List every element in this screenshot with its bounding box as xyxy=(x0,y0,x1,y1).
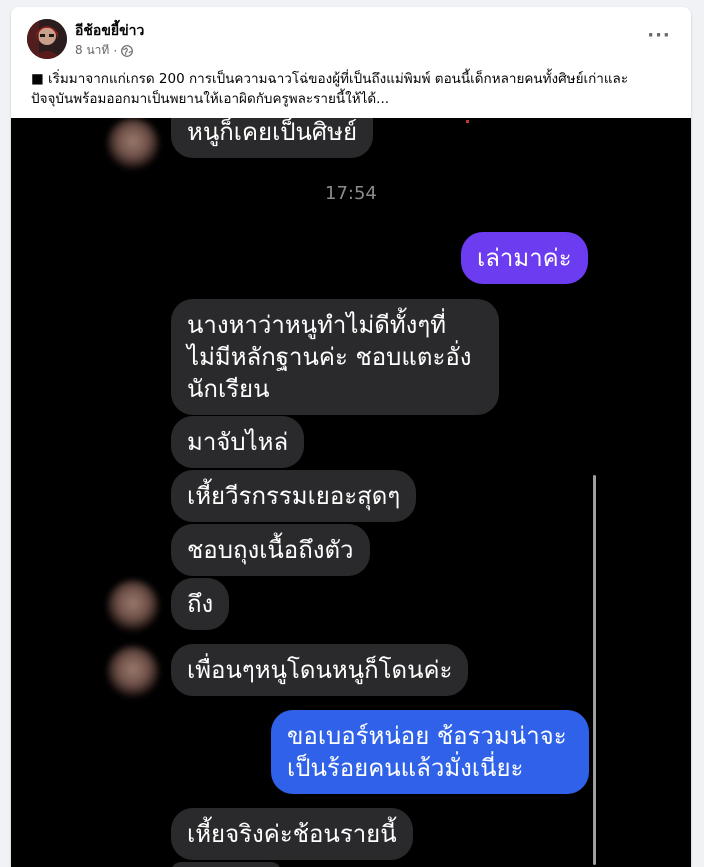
message-line: นางหาว่าหนูทำไม่ดีทั้งๆที่ xyxy=(187,311,447,339)
caption-line-1: ■ เริ่มมาจากแก่เกรด 200 การเป็นความฉาวโฉ… xyxy=(31,71,629,87)
blurred-avatar xyxy=(107,646,159,698)
message-bubble-3: นางหาว่าหนูทำไม่ดีทั้งๆที่ ไม่มีหลักฐานค… xyxy=(171,299,499,415)
message-bubble-6: ชอบถุงเนื้อถึงตัว xyxy=(171,524,370,576)
blurred-avatar xyxy=(107,118,159,170)
message-bubble-5: เหี้ยวีรกรรมเยอะสุดๆ xyxy=(171,470,417,522)
post-time[interactable]: 8 นาที xyxy=(75,41,109,60)
message-bubble-9: ขอเบอร์หน่อย ช้อรวมน่าจะ เป็นร้อยคนแล้วม… xyxy=(271,710,589,794)
message-bubble-2: เล่ามาค่ะ xyxy=(461,232,588,284)
message-line: ไม่มีหลักฐานค่ะ ชอบแตะอั่ง xyxy=(187,343,472,371)
message-bubble-7: ถึง xyxy=(171,578,230,630)
chat-scrollbar xyxy=(593,475,596,865)
meta-separator: · xyxy=(113,43,118,58)
chat-time-label: 17:54 xyxy=(325,183,377,204)
message-line: ขอเบอร์หน่อย ช้อรวมน่าจะ xyxy=(287,722,567,750)
page-avatar[interactable] xyxy=(27,19,67,59)
globe-icon[interactable] xyxy=(121,44,134,57)
post-header: อีช้อขยี้ข่าว 8 นาที · ··· ■ เริ่มมาจากแ… xyxy=(11,7,691,117)
message-bubble-1: หนูก็เคยเป็นศิษย์ xyxy=(171,118,374,158)
caption-line-2: ปัจจุบันพร้อมออกมาเป็นพยานให้เอาผิดกับคร… xyxy=(31,91,390,107)
page-name[interactable]: อีช้อขยี้ข่าว xyxy=(75,20,144,42)
message-bubble-cut xyxy=(171,862,281,867)
post-meta: 8 นาที · xyxy=(75,41,134,60)
message-bubble-4: มาจับไหล่ xyxy=(171,416,305,468)
post-card: อีช้อขยี้ข่าว 8 นาที · ··· ■ เริ่มมาจากแ… xyxy=(11,7,691,867)
post-caption: ■ เริ่มมาจากแก่เกรด 200 การเป็นความฉาวโฉ… xyxy=(31,69,676,109)
red-dot xyxy=(466,120,469,123)
avatar-image xyxy=(27,19,67,59)
blurred-avatar xyxy=(107,580,159,632)
message-line: นักเรียน xyxy=(187,375,270,403)
message-bubble-10: เหี้ยจริงค่ะช้อนรายนี้ xyxy=(171,808,413,860)
message-bubble-8: เพื่อนๆหนูโดนหนูก็โดนค่ะ xyxy=(171,644,469,696)
message-line: เป็นร้อยคนแล้วมั่งเนี่ยะ xyxy=(287,754,524,782)
more-options-button[interactable]: ··· xyxy=(643,23,675,47)
chat-screenshot-image[interactable]: หนูก็เคยเป็นศิษย์ 17:54 เล่ามาค่ะ นางหาว… xyxy=(11,118,691,867)
